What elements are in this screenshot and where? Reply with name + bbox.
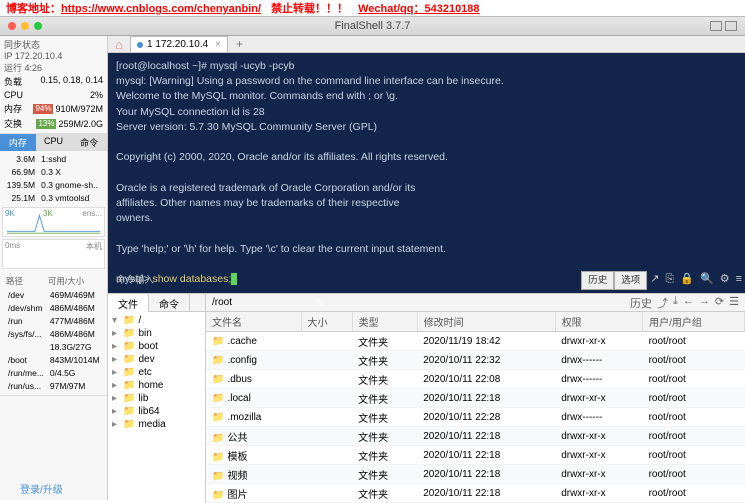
gear-icon[interactable]: ⚙ bbox=[717, 272, 733, 288]
add-tab-button[interactable]: + bbox=[228, 37, 251, 51]
session-tab[interactable]: 1 172.20.10.4 × bbox=[130, 36, 228, 52]
view-icon[interactable]: ☰ bbox=[729, 295, 739, 311]
sync-status-label: 同步状态 bbox=[4, 38, 103, 51]
file-table[interactable]: 文件名大小类型修改时间权限用户/用户组📁.cache文件夹2020/11/19 … bbox=[206, 312, 745, 503]
file-row[interactable]: 📁视频文件夹2020/10/11 22:18drwxr-xr-xroot/roo… bbox=[206, 465, 745, 484]
cursor-arrow-icon: ↖ bbox=[315, 295, 325, 312]
back-icon[interactable]: ← bbox=[683, 295, 694, 311]
cmd-input-label: 命令输入 bbox=[108, 274, 154, 288]
sidebar-tabs: 内存 CPU 命令 bbox=[0, 134, 107, 151]
runtime-label: 运行 4:26 bbox=[4, 61, 103, 74]
file-row[interactable]: 📁公共文件夹2020/10/11 22:18drwxr-xr-xroot/roo… bbox=[206, 427, 745, 446]
banner-bar: 博客地址：https://www.cnblogs.com/chenyanbin/… bbox=[0, 0, 745, 16]
file-browser: 文件 命令 ▾📁/▸📁bin▸📁boot▸📁dev▸📁etc▸📁home▸📁li… bbox=[108, 293, 745, 503]
tree-node[interactable]: ▸📁bin bbox=[110, 327, 203, 340]
folder-tree[interactable]: ▾📁/▸📁bin▸📁boot▸📁dev▸📁etc▸📁home▸📁lib▸📁lib… bbox=[108, 312, 205, 433]
network-chart: 9K 3K ens... bbox=[2, 207, 105, 237]
fb-tab-cmd[interactable]: 命令 bbox=[149, 294, 190, 311]
tree-node[interactable]: ▾📁/ bbox=[110, 314, 203, 327]
ip-label: IP 172.20.10.4 bbox=[4, 51, 103, 61]
login-upgrade-link[interactable]: 登录/升级 bbox=[20, 481, 63, 496]
tree-node[interactable]: ▸📁media bbox=[110, 418, 203, 431]
tab-cmd[interactable]: 命令 bbox=[71, 134, 107, 151]
path-display: /root bbox=[212, 297, 630, 308]
banner-contact: Wechat/qq：543210188 bbox=[358, 0, 479, 16]
tree-node[interactable]: ▸📁etc bbox=[110, 366, 203, 379]
tree-node[interactable]: ▸📁home bbox=[110, 379, 203, 392]
ping-chart: 0ms 本机 bbox=[2, 239, 105, 269]
terminal[interactable]: [root@localhost ~]# mysql -ucyb -pcybmys… bbox=[108, 53, 745, 293]
menu-icon[interactable]: ≡ bbox=[733, 272, 745, 288]
sidebar: 同步状态 IP 172.20.10.4 运行 4:26 负载0.15, 0.18… bbox=[0, 36, 108, 500]
status-dot-icon bbox=[137, 42, 143, 48]
options-button[interactable]: 选项 bbox=[614, 271, 647, 291]
toolbar-icon[interactable]: ↗ bbox=[647, 272, 662, 288]
session-tabbar: ⌂ 1 172.20.10.4 × + bbox=[108, 36, 745, 53]
history-button[interactable]: 历史 bbox=[581, 271, 614, 291]
tab-cpu[interactable]: CPU bbox=[36, 134, 72, 151]
close-icon[interactable] bbox=[8, 22, 16, 30]
refresh-icon[interactable]: ⟳ bbox=[715, 295, 724, 311]
file-row[interactable]: 📁模板文件夹2020/10/11 22:18drwxr-xr-xroot/roo… bbox=[206, 446, 745, 465]
lock-icon[interactable]: 🔒 bbox=[677, 272, 697, 288]
zoom-icon[interactable] bbox=[34, 22, 42, 30]
window-title: FinalShell 3.7.7 bbox=[335, 20, 411, 32]
copy-icon[interactable]: ⎘ bbox=[662, 272, 677, 288]
file-row[interactable]: 📁.local文件夹2020/10/11 22:18drwxr-xr-xroot… bbox=[206, 389, 745, 408]
forward-icon[interactable]: → bbox=[699, 295, 710, 311]
file-row[interactable]: 📁.mozilla文件夹2020/10/11 22:28drwx------ro… bbox=[206, 408, 745, 427]
download-icon[interactable]: ⤓ bbox=[673, 295, 678, 311]
up-icon[interactable]: ⤴ bbox=[657, 295, 668, 311]
tree-node[interactable]: ▸📁boot bbox=[110, 340, 203, 353]
banner-forbid: 禁止转载！！！ bbox=[271, 0, 348, 16]
process-table: 3.6M1:sshd66.9M0.3 X139.5M0.3 gnome-sh..… bbox=[0, 151, 107, 205]
tree-node[interactable]: ▸📁dev bbox=[110, 353, 203, 366]
home-icon[interactable]: ⌂ bbox=[108, 37, 130, 52]
tree-node[interactable]: ▸📁lib64 bbox=[110, 405, 203, 418]
disk-table: 路径可用/大小/dev469M/469M/dev/shm486M/486M/ru… bbox=[4, 273, 104, 393]
tree-node[interactable]: ▸📁lib bbox=[110, 392, 203, 405]
search-icon[interactable]: 🔍 bbox=[697, 272, 717, 288]
window-right-icons bbox=[710, 21, 745, 31]
file-row[interactable]: 📁.config文件夹2020/10/11 22:32drwx------roo… bbox=[206, 351, 745, 370]
close-tab-icon[interactable]: × bbox=[215, 39, 221, 50]
tab-memory[interactable]: 内存 bbox=[0, 134, 36, 151]
fb-tab-files[interactable]: 文件 bbox=[108, 294, 149, 312]
blog-url-link[interactable]: https://www.cnblogs.com/chenyanbin/ bbox=[61, 3, 261, 15]
file-row[interactable]: 📁.cache文件夹2020/11/19 18:42drwxr-xr-xroot… bbox=[206, 332, 745, 351]
fb-history-button[interactable]: 历史 bbox=[630, 295, 652, 311]
minimize-icon[interactable] bbox=[21, 22, 29, 30]
file-row[interactable]: 📁.dbus文件夹2020/10/11 22:08drwx------root/… bbox=[206, 370, 745, 389]
window-titlebar: FinalShell 3.7.7 bbox=[0, 16, 745, 36]
